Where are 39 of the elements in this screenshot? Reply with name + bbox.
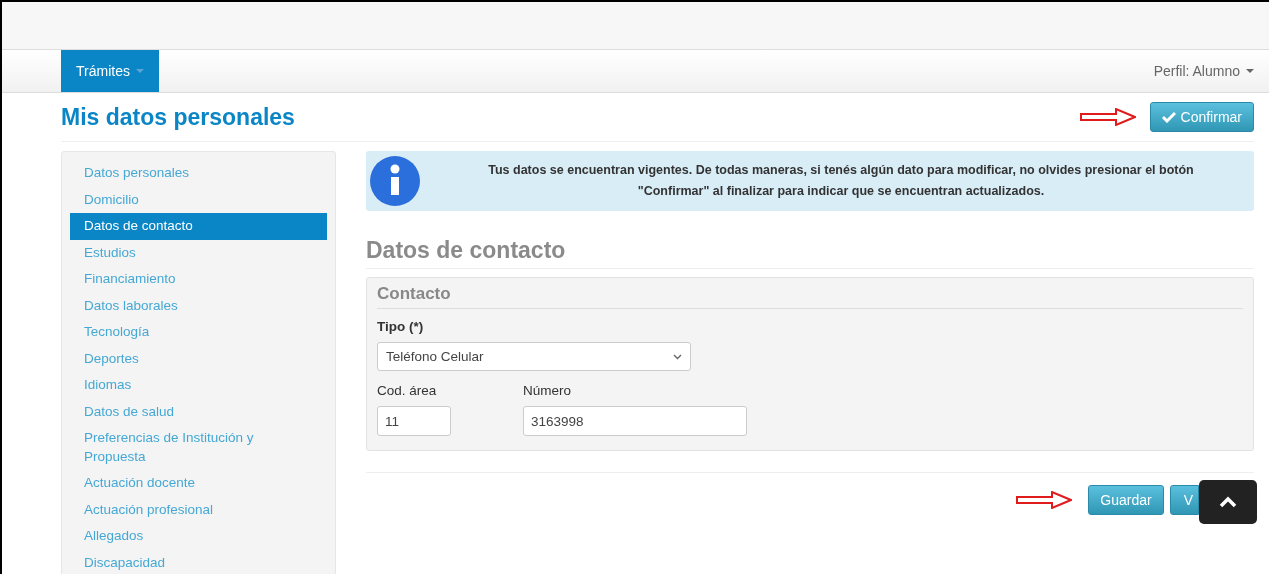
annotation-arrow (1079, 108, 1136, 126)
input-field[interactable]: 11 (377, 406, 451, 436)
menu-tab[interactable]: Trámites (61, 50, 159, 92)
field-label: Cod. área (377, 383, 438, 398)
fieldset-legend: Contacto (377, 284, 1243, 309)
chevron-down-icon (673, 353, 682, 360)
alert-message: Tus datos se encuentran vigentes. De todas maneras, si tenés algún dato para modificar, no olvides presionar el botón "Confirmar" al finalizar para indicar que se encuentran actualizados. (487, 162, 1195, 200)
page-title: Mis datos personales (61, 103, 295, 131)
chevron-up-icon (1219, 496, 1237, 508)
sidebar-item[interactable]: Actuación docente (70, 470, 327, 497)
scroll-top-button[interactable] (1199, 480, 1257, 524)
field-label: Tipo (*) (377, 319, 425, 334)
sidebar-item[interactable]: Datos de salud (70, 398, 327, 425)
sidebar-item[interactable]: Financiamiento (70, 266, 327, 293)
input-field[interactable]: 3163998 (523, 406, 747, 436)
sidebar-item[interactable]: Datos laborales (70, 292, 327, 319)
caret-icon (1246, 69, 1254, 73)
sidebar-item[interactable]: Datos personales (70, 160, 327, 187)
section-title: Datos de contacto (366, 237, 1254, 269)
annotation-arrow (1016, 491, 1073, 509)
sidebar-item[interactable]: Idiomas (70, 372, 327, 399)
sidebar-item[interactable]: Allegados (70, 523, 327, 550)
info-icon (370, 156, 420, 206)
type-select[interactable]: Teléfono Celular (377, 342, 691, 371)
save-button[interactable]: Guardar (1088, 485, 1164, 515)
action-button[interactable]: V (1169, 485, 1199, 515)
check-icon (1161, 111, 1176, 123)
sidebar-item[interactable]: Discapacidad (70, 549, 327, 574)
field-label: Número (523, 383, 572, 398)
sidebar-item[interactable]: Tecnología (70, 319, 327, 346)
sidebar-item[interactable]: Estudios (70, 239, 327, 266)
sidebar-item[interactable]: Actuación profesional (70, 496, 327, 523)
sidebar-item[interactable]: Deportes (70, 345, 327, 372)
sidebar-item[interactable]: Preferencias de Institución y Propuesta (70, 425, 327, 470)
profile-menu[interactable]: Perfil: Alumno (1153, 50, 1254, 92)
sidebar-item[interactable]: Datos de contacto (70, 213, 327, 240)
sidebar-item[interactable]: Domicilio (70, 186, 327, 213)
confirm-button[interactable]: Confirmar (1149, 102, 1254, 132)
caret-icon (135, 69, 144, 73)
